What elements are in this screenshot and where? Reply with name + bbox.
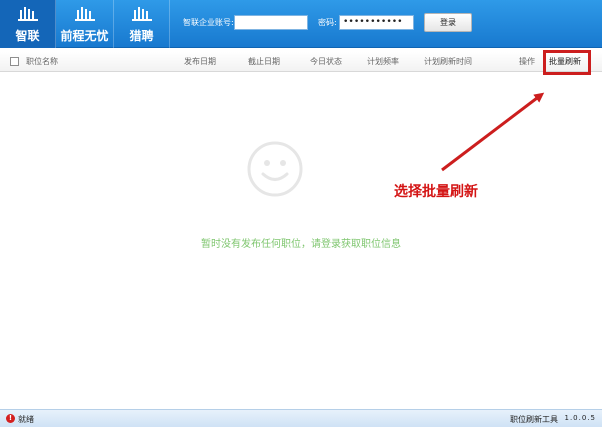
error-icon: !	[6, 414, 15, 423]
annotation-text: 选择批量刷新	[394, 184, 478, 200]
version-label: 1.0.0.5	[564, 414, 596, 422]
status-bar: ! 就绪 职位刷新工具 1.0.0.5	[0, 409, 602, 427]
empty-state-message: 暂时没有发布任何职位，请登录获取职位信息	[201, 239, 401, 250]
smiley-icon	[247, 141, 303, 197]
annotation-arrow	[441, 92, 545, 172]
app-name: 职位刷新工具	[510, 415, 558, 424]
status-text: 就绪	[18, 415, 34, 424]
